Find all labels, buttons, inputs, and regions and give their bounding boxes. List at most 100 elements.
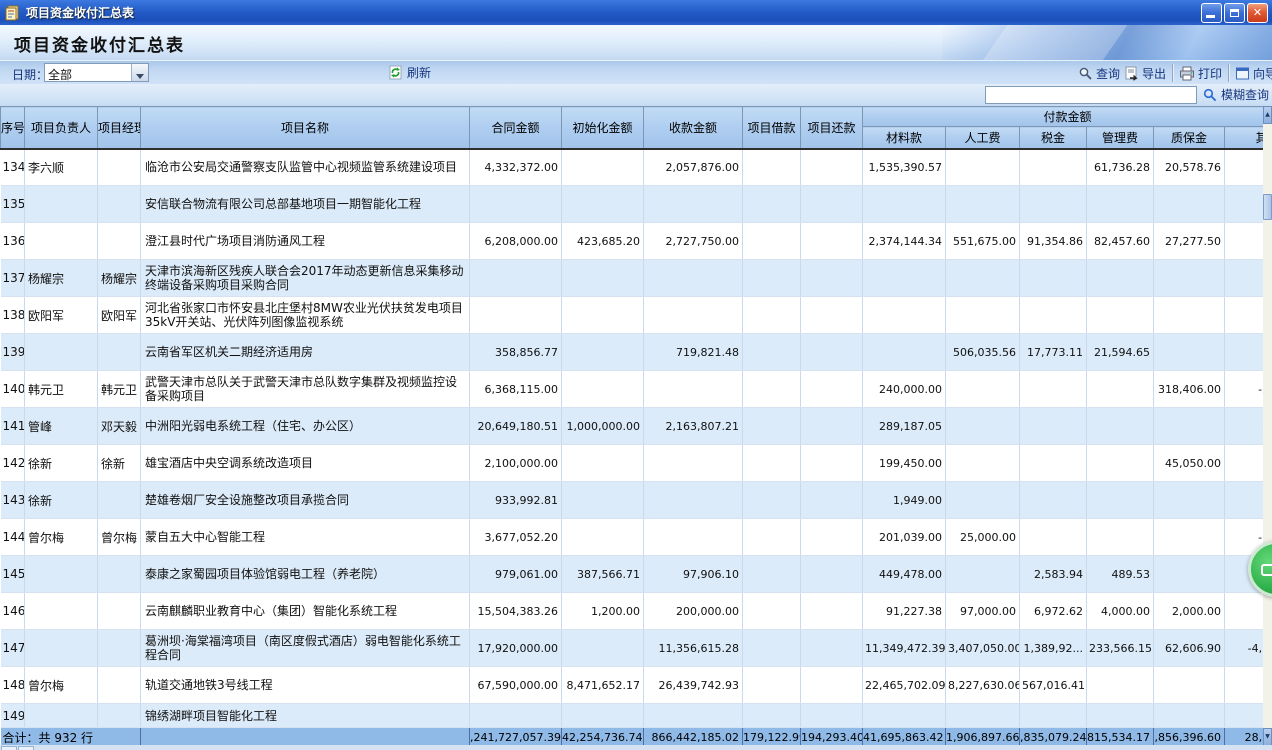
cell-project-name: 楚雄卷烟厂安全设施整改项目承揽合同	[141, 482, 470, 519]
date-combobox[interactable]: 全部	[44, 63, 149, 82]
cell-tax: 91,354.86	[1020, 223, 1087, 260]
cell-material: 1,949.00	[863, 482, 946, 519]
cell-quality	[1154, 408, 1225, 445]
table-row[interactable]: 146 云南麒麟职业教育中心（集团）智能化系统工程 15,504,383.26 …	[1, 593, 1272, 630]
cell-project-name: 泰康之家蜀园项目体验馆弱电工程（养老院）	[141, 556, 470, 593]
page-header: 项目资金收付汇总表	[0, 25, 1272, 60]
vertical-scrollbar[interactable]: ▲ ▼	[1263, 106, 1272, 746]
refresh-button[interactable]: 刷新	[388, 64, 431, 81]
table-row[interactable]: 138 欧阳军 欧阳军 河北省张家口市怀安县北庄堡村8MW农业光伏扶贫发电项目3…	[1, 297, 1272, 334]
cell-no: 141	[1, 408, 25, 445]
cell-mgmt	[1087, 667, 1154, 704]
query-button[interactable]: 查询	[1078, 65, 1120, 82]
assistant-icon	[1261, 564, 1272, 576]
cell-manager	[98, 482, 141, 519]
total-tax: ,835,079.24	[1020, 728, 1087, 747]
table-row[interactable]: 144 曾尔梅 曾尔梅 蒙自五大中心智能工程 3,677,052.20 201,…	[1, 519, 1272, 556]
cell-repay	[801, 223, 863, 260]
cell-manager	[98, 593, 141, 630]
cell-repay	[801, 593, 863, 630]
column-header-contract: 合同金额	[470, 107, 562, 149]
fuzzy-search-icon	[1203, 88, 1217, 102]
cell-tax	[1020, 445, 1087, 482]
cell-loan	[743, 445, 801, 482]
table-row[interactable]: 143 徐新 楚雄卷烟厂安全设施整改项目承揽合同 933,992.81 1,94…	[1, 482, 1272, 519]
cell-leader: 杨耀宗	[25, 260, 98, 297]
cell-repay	[801, 408, 863, 445]
cell-manager	[98, 186, 141, 223]
fuzzy-query-button[interactable]: 模糊查询	[1203, 86, 1272, 103]
cell-manager	[98, 704, 141, 728]
cell-mgmt: 4,000.00	[1087, 593, 1154, 630]
cell-contract: 2,100,000.00	[470, 445, 562, 482]
cell-loan	[743, 149, 801, 186]
date-combobox-value: 全部	[45, 64, 131, 81]
table-row[interactable]: 135 安信联合物流有限公司总部基地项目一期智能化工程	[1, 186, 1272, 223]
scrollbar-thumb[interactable]	[1263, 194, 1272, 220]
cell-leader: 徐新	[25, 482, 98, 519]
cell-receipt	[644, 445, 743, 482]
column-group-payment: 付款金额	[863, 107, 1272, 127]
scroll-down-arrow[interactable]: ▼	[1263, 728, 1272, 746]
cell-material: 2,374,144.34	[863, 223, 946, 260]
minimize-button[interactable]	[1201, 3, 1222, 23]
table-row[interactable]: 134 李六顺 临沧市公安局交通警察支队监管中心视频监管系统建设项目 4,332…	[1, 149, 1272, 186]
table-row[interactable]: 149 锦绣湖畔项目智能化工程	[1, 704, 1272, 728]
hscroll-left-button[interactable]	[1, 746, 17, 750]
restore-button[interactable]	[1224, 3, 1245, 23]
column-header-material: 材料款	[863, 127, 946, 149]
cell-contract	[470, 260, 562, 297]
cell-tax	[1020, 186, 1087, 223]
cell-no: 143	[1, 482, 25, 519]
cell-quality: 20,578.76	[1154, 149, 1225, 186]
cell-leader	[25, 630, 98, 667]
cell-no: 147	[1, 630, 25, 667]
cell-tax: 567,016.41	[1020, 667, 1087, 704]
column-header-leader: 项目负责人	[25, 107, 98, 149]
print-button[interactable]: 打印	[1179, 65, 1222, 82]
table-row[interactable]: 142 徐新 徐新 雄宝酒店中央空调系统改造项目 2,100,000.00 19…	[1, 445, 1272, 482]
total-row: 合计：共 932 行 ,241,727,057.39 42,254,736.74…	[1, 728, 1272, 747]
cell-tax	[1020, 519, 1087, 556]
table-row[interactable]: 148 曾尔梅 轨道交通地铁3号线工程 67,590,000.00 8,471,…	[1, 667, 1272, 704]
window-title: 项目资金收付汇总表	[26, 4, 134, 21]
cell-receipt	[644, 371, 743, 408]
cell-quality	[1154, 556, 1225, 593]
cell-contract: 67,590,000.00	[470, 667, 562, 704]
cell-tax: 17,773.11	[1020, 334, 1087, 371]
cell-leader	[25, 334, 98, 371]
cell-labor	[946, 149, 1020, 186]
cell-labor	[946, 186, 1020, 223]
cell-material: 22,465,702.09	[863, 667, 946, 704]
wizard-button[interactable]: 向导	[1235, 65, 1272, 82]
cell-mgmt: 489.53	[1087, 556, 1154, 593]
cell-labor: 97,000.00	[946, 593, 1020, 630]
hscroll-thumb[interactable]	[18, 746, 34, 750]
total-loan: 179,122.99	[743, 728, 801, 747]
scroll-up-arrow[interactable]: ▲	[1263, 106, 1272, 124]
cell-project-name: 河北省张家口市怀安县北庄堡村8MW农业光伏扶贫发电项目35kV开关站、光伏阵列图…	[141, 297, 470, 334]
cell-receipt: 719,821.48	[644, 334, 743, 371]
cell-receipt	[644, 482, 743, 519]
table-row[interactable]: 140 韩元卫 韩元卫 武警天津市总队关于武警天津市总队数字集群及视频监控设备采…	[1, 371, 1272, 408]
cell-mgmt	[1087, 260, 1154, 297]
cell-no: 149	[1, 704, 25, 728]
table-row[interactable]: 136 澄江县时代广场项目消防通风工程 6,208,000.00 423,685…	[1, 223, 1272, 260]
cell-receipt	[644, 297, 743, 334]
search-input[interactable]	[985, 86, 1197, 104]
cell-project-name: 轨道交通地铁3号线工程	[141, 667, 470, 704]
table-row[interactable]: 137 杨耀宗 杨耀宗 天津市滨海新区残疾人联合会2017年动态更新信息采集移动…	[1, 260, 1272, 297]
horizontal-scrollbar[interactable]	[0, 745, 1272, 750]
combobox-dropdown-button[interactable]	[131, 64, 148, 81]
table-row[interactable]: 139 云南省军区机关二期经济适用房 358,856.77 719,821.48…	[1, 334, 1272, 371]
cell-init: 423,685.20	[562, 223, 644, 260]
table-row[interactable]: 145 泰康之家蜀园项目体验馆弱电工程（养老院） 979,061.00 387,…	[1, 556, 1272, 593]
table-row[interactable]: 147 葛洲坝·海棠福湾项目（南区度假式酒店）弱电智能化系统工程合同 17,92…	[1, 630, 1272, 667]
cell-loan	[743, 667, 801, 704]
table-row[interactable]: 141 管峰 邓天毅 中洲阳光弱电系统工程（住宅、办公区） 20,649,180…	[1, 408, 1272, 445]
close-button[interactable]: ✕	[1247, 3, 1268, 23]
cell-init	[562, 149, 644, 186]
export-button[interactable]: 导出	[1124, 65, 1166, 82]
cell-tax	[1020, 149, 1087, 186]
cell-init	[562, 297, 644, 334]
